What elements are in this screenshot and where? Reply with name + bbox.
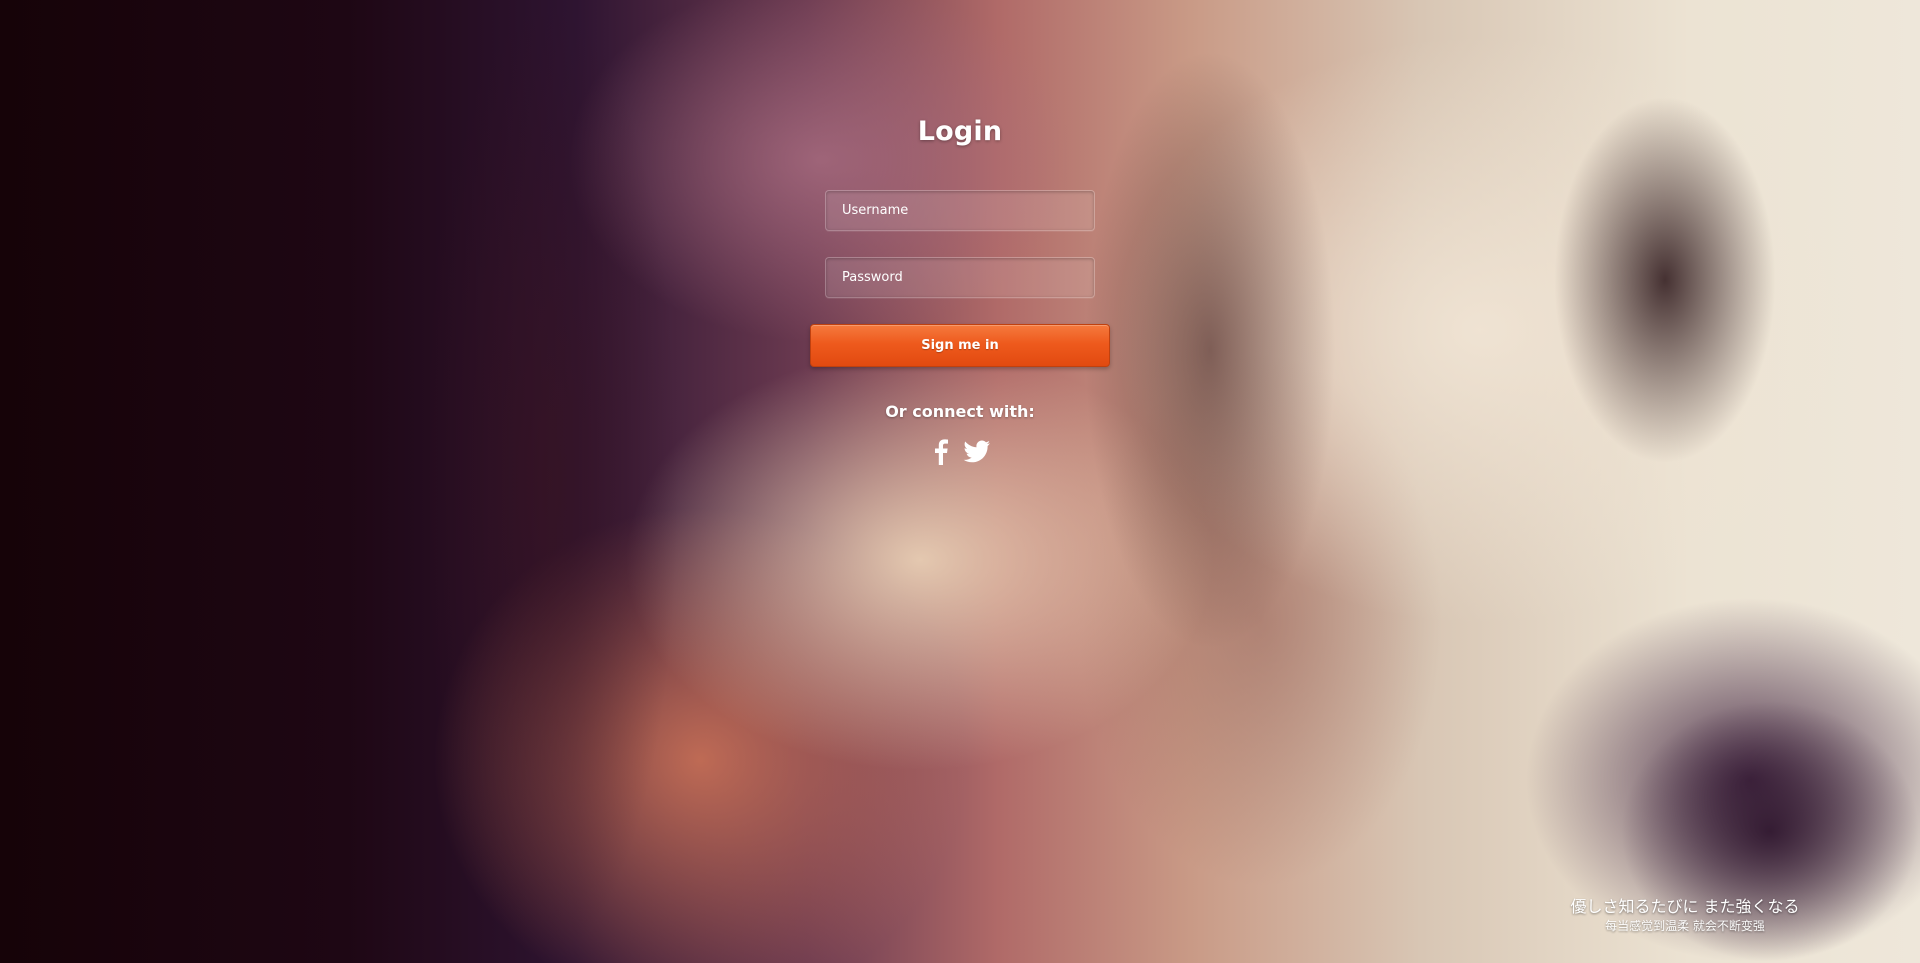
facebook-icon-glyph bbox=[935, 439, 948, 465]
connect-with-label: Or connect with: bbox=[885, 402, 1035, 421]
twitter-icon[interactable] bbox=[962, 437, 992, 467]
sign-in-button[interactable]: Sign me in bbox=[810, 324, 1110, 367]
quote-line-1: 優しさ知るたびに また強くなる bbox=[1570, 897, 1800, 916]
quote-line-2: 每当感觉到温柔 就会不断变强 bbox=[1605, 919, 1765, 933]
username-input[interactable] bbox=[825, 190, 1095, 231]
background-shape bbox=[420, 0, 680, 963]
background-shape bbox=[1080, 40, 1340, 660]
twitter-icon-glyph bbox=[963, 440, 990, 463]
page-title: Login bbox=[917, 116, 1003, 147]
password-input[interactable] bbox=[825, 257, 1095, 298]
background-shape bbox=[1550, 90, 1780, 470]
facebook-icon[interactable] bbox=[926, 437, 956, 467]
